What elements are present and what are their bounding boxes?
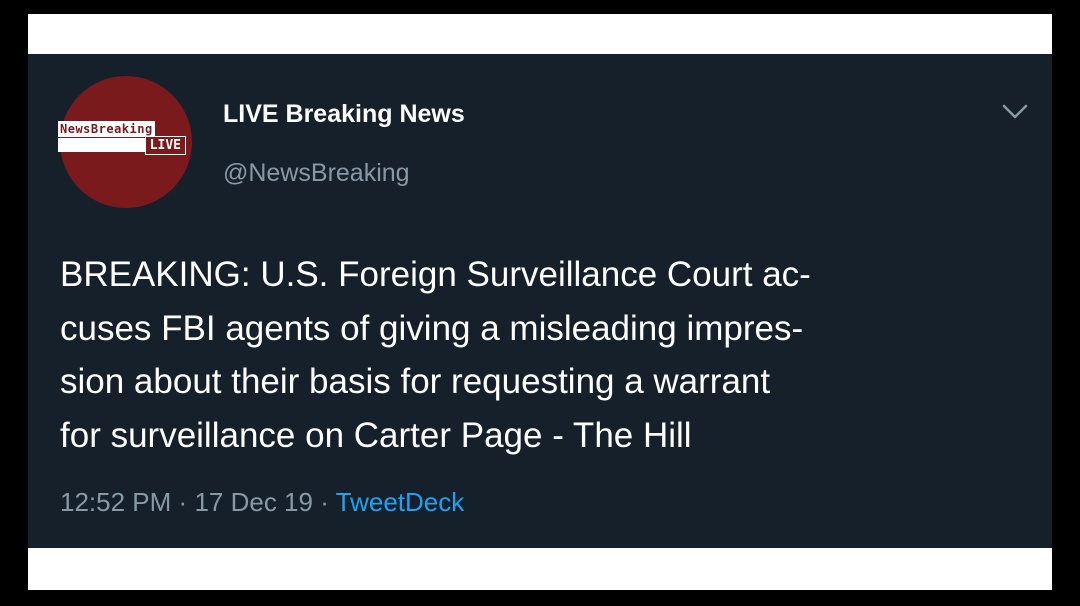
logo-text-top: NewsBreaking bbox=[58, 121, 155, 137]
chevron-down-icon[interactable] bbox=[1000, 100, 1030, 124]
account-handle[interactable]: @NewsBreaking bbox=[223, 157, 410, 189]
tweet-line: sion about their basis for requesting a … bbox=[60, 362, 771, 401]
tweet-line: cuses FBI agents of giving a misleading … bbox=[60, 308, 804, 348]
meta-separator: · bbox=[320, 487, 329, 517]
tweet-line: for surveillance on Carter Page - The Hi… bbox=[60, 415, 692, 455]
tweet-date[interactable]: 17 Dec 19 bbox=[194, 487, 313, 517]
tweet-text: BREAKING: U.S. Foreign Surveillance Cour… bbox=[60, 248, 1020, 462]
news-breaking-logo: NewsBreaking LIVE bbox=[58, 121, 194, 159]
tweet-meta: 12:52 PM · 17 Dec 19 · TweetDeck bbox=[60, 484, 464, 520]
logo-text-live: LIVE bbox=[144, 136, 186, 155]
meta-separator: · bbox=[178, 487, 188, 517]
tweet-line: BREAKING: U.S. Foreign Surveillance Cour… bbox=[60, 255, 811, 294]
display-name[interactable]: LIVE Breaking News bbox=[223, 98, 465, 130]
tweet-time[interactable]: 12:52 PM bbox=[60, 487, 171, 517]
tweet-source-link[interactable]: TweetDeck bbox=[336, 487, 465, 517]
